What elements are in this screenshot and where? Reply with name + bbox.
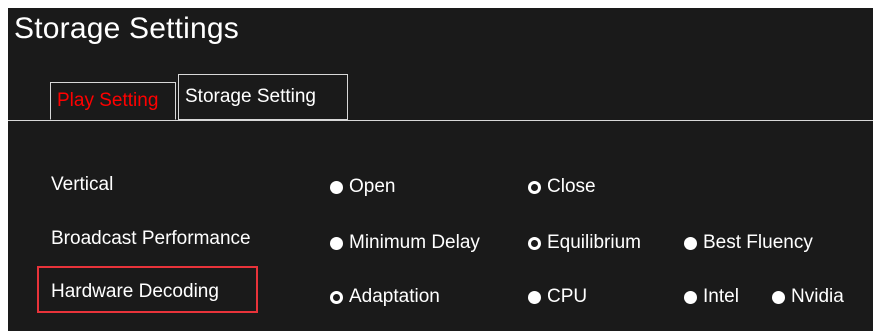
- broadcast-best-fluency-radio[interactable]: Best Fluency: [684, 232, 813, 254]
- option-label: Adaptation: [349, 286, 440, 307]
- hardware-decoding-label: Hardware Decoding: [51, 281, 219, 302]
- tab-storage-setting[interactable]: Storage Setting: [178, 74, 348, 120]
- radio-selected-icon: [528, 236, 541, 250]
- broadcast-equilibrium-radio[interactable]: Equilibrium: [528, 232, 641, 254]
- vertical-open-radio[interactable]: Open: [330, 176, 395, 198]
- radio-selected-icon: [528, 180, 541, 194]
- broadcast-performance-label: Broadcast Performance: [51, 228, 251, 249]
- radio-unselected-icon: [330, 180, 343, 194]
- option-label: Best Fluency: [703, 232, 813, 253]
- radio-unselected-icon: [684, 236, 697, 250]
- option-label: Equilibrium: [547, 232, 641, 253]
- radio-unselected-icon: [330, 236, 343, 250]
- window-title: Storage Settings: [14, 12, 240, 45]
- option-label: Close: [547, 176, 596, 197]
- radio-unselected-icon: [528, 290, 541, 304]
- option-label: CPU: [547, 286, 588, 307]
- vertical-close-radio[interactable]: Close: [528, 176, 596, 198]
- option-label: Minimum Delay: [349, 232, 480, 253]
- radio-selected-icon: [330, 290, 343, 304]
- hardware-decoding-intel-radio[interactable]: Intel: [684, 286, 739, 308]
- hardware-decoding-adaptation-radio[interactable]: Adaptation: [330, 286, 440, 308]
- storage-settings-window: Storage Settings Play Setting Storage Se…: [8, 8, 873, 331]
- option-label: Open: [349, 176, 396, 197]
- option-label: Intel: [703, 286, 739, 307]
- radio-unselected-icon: [772, 290, 785, 304]
- broadcast-minimum-delay-radio[interactable]: Minimum Delay: [330, 232, 480, 254]
- radio-unselected-icon: [684, 290, 697, 304]
- option-label: Nvidia: [791, 286, 844, 307]
- tab-play-setting[interactable]: Play Setting: [50, 82, 176, 120]
- vertical-label: Vertical: [51, 174, 114, 195]
- hardware-decoding-nvidia-radio[interactable]: Nvidia: [772, 286, 844, 308]
- hardware-decoding-cpu-radio[interactable]: CPU: [528, 286, 587, 308]
- tab-divider: [8, 120, 873, 121]
